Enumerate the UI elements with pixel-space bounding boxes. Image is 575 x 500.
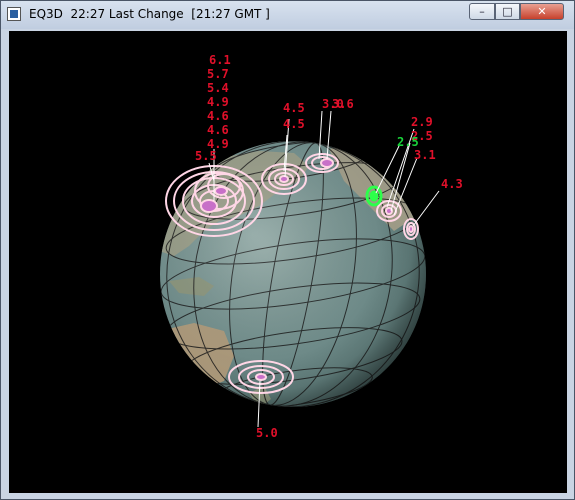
quake-label[interactable]: 6.1 — [209, 53, 231, 67]
quake-label[interactable]: 4.5 — [283, 101, 305, 115]
app-icon — [7, 7, 21, 21]
quake-label[interactable]: 4.5 — [283, 117, 305, 131]
app-window: EQ3D 22:27 Last Change [21:27 GMT ] – □ … — [0, 0, 575, 500]
quake-label[interactable]: 5.7 — [207, 67, 229, 81]
close-button[interactable]: ✕ — [520, 3, 564, 20]
quake-cluster-new-zealand[interactable] — [228, 360, 294, 394]
quake-label[interactable]: 5.0 — [256, 426, 278, 440]
globe-view[interactable]: 6.1 5.7 5.4 4.9 4.6 4.6 4.9 5.5 4.5 4.5 … — [9, 31, 567, 493]
quake-label[interactable]: 5.4 — [207, 81, 229, 95]
window-title: EQ3D 22:27 Last Change [21:27 GMT ] — [29, 7, 270, 21]
title-bar[interactable]: EQ3D 22:27 Last Change [21:27 GMT ] – □ … — [1, 1, 574, 29]
quake-label[interactable]: 3.6 — [332, 97, 354, 111]
quake-label[interactable]: 4.9 — [207, 95, 229, 109]
quake-label[interactable]: 3.1 — [414, 148, 436, 162]
minimize-button[interactable]: – — [469, 3, 495, 20]
quake-label[interactable]: 5.5 — [195, 149, 217, 163]
quake-label[interactable]: 2.5 — [397, 135, 419, 149]
globe-viewport[interactable]: 6.1 5.7 5.4 4.9 4.6 4.6 4.9 5.5 4.5 4.5 … — [9, 31, 567, 493]
maximize-button[interactable]: □ — [495, 3, 520, 20]
quake-label[interactable]: 2.9 — [411, 115, 433, 129]
quake-label[interactable]: 4.6 — [207, 123, 229, 137]
quake-label[interactable]: 4.3 — [441, 177, 463, 191]
quake-label[interactable]: 4.6 — [207, 109, 229, 123]
